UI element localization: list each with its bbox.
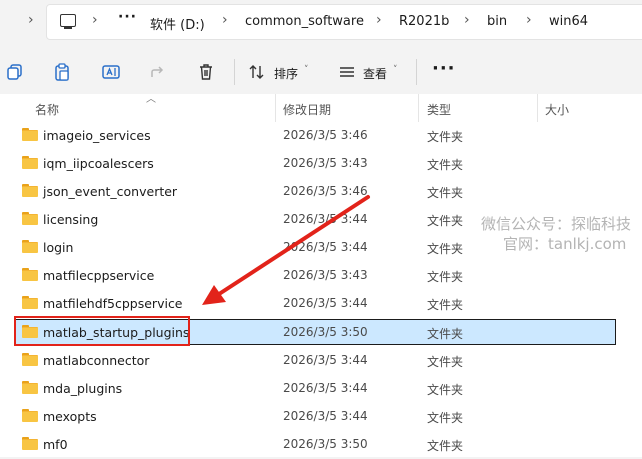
breadcrumb-chevron-icon[interactable]: › [376, 12, 382, 28]
breadcrumb-chevron-icon[interactable]: › [92, 12, 98, 28]
file-type: 文件夹 [427, 130, 464, 144]
file-name[interactable]: matfilehdf5cppservice [43, 296, 183, 311]
folder-icon [22, 268, 38, 281]
toolbar-divider [416, 59, 417, 85]
nav-forward-chevron-icon[interactable]: › [28, 12, 34, 28]
file-modified: 2026/3/5 3:44 [283, 409, 368, 423]
file-name[interactable]: mda_plugins [43, 381, 122, 396]
file-name[interactable]: iqm_iipcoalescers [43, 156, 154, 171]
table-row[interactable]: json_event_converter 2026/3/5 3:46 文件夹 [0, 178, 642, 206]
column-header-type[interactable]: 类型 [427, 101, 451, 118]
file-modified: 2026/3/5 3:44 [283, 381, 368, 395]
file-name[interactable]: matlabconnector [43, 353, 149, 368]
table-row[interactable]: matfilehdf5cppservice 2026/3/5 3:44 文件夹 [0, 290, 642, 318]
rename-icon[interactable] [101, 62, 121, 82]
file-modified: 2026/3/5 3:43 [283, 156, 368, 170]
share-icon[interactable] [148, 62, 168, 82]
toolbar-divider [234, 59, 235, 85]
file-modified: 2026/3/5 3:44 [283, 212, 368, 226]
table-row[interactable]: mexopts 2026/3/5 3:44 文件夹 [0, 403, 642, 431]
breadcrumb-chevron-icon[interactable]: › [222, 12, 228, 28]
sort-ascending-icon: ︿ [146, 94, 156, 105]
folder-icon [22, 156, 38, 169]
table-row[interactable]: iqm_iipcoalescers 2026/3/5 3:43 文件夹 [0, 150, 642, 178]
view-icon[interactable] [337, 62, 357, 82]
view-chevron-down-icon[interactable]: ˅ [393, 65, 398, 75]
column-header: ︿ 名称 修改日期 类型 大小 [0, 94, 642, 122]
this-pc-icon[interactable] [60, 14, 76, 29]
delete-icon[interactable] [196, 62, 216, 82]
file-type: 文件夹 [427, 355, 464, 369]
sort-chevron-down-icon[interactable]: ˅ [304, 65, 309, 75]
watermark-line-2: 官网：tanlkj.com [503, 235, 627, 253]
folder-icon [22, 212, 38, 225]
view-button[interactable]: 查看 [363, 65, 387, 82]
breadcrumb-chevron-icon[interactable]: › [464, 12, 470, 28]
sort-button[interactable]: 排序 [274, 65, 298, 82]
folder-icon [22, 353, 38, 366]
file-modified: 2026/3/5 3:46 [283, 184, 368, 198]
file-name[interactable]: json_event_converter [43, 184, 177, 199]
breadcrumb-item-drive[interactable]: 软件 (D:) [150, 14, 205, 33]
table-row[interactable]: matlabconnector 2026/3/5 3:44 文件夹 [0, 347, 642, 375]
breadcrumb-chevron-icon[interactable]: › [526, 12, 532, 28]
paste-icon[interactable] [52, 62, 72, 82]
file-type: 文件夹 [427, 383, 464, 397]
file-type: 文件夹 [427, 242, 464, 256]
breadcrumb-overflow-button[interactable]: ··· [118, 9, 137, 25]
breadcrumb-item-common-software[interactable]: common_software [245, 14, 364, 29]
file-type: 文件夹 [427, 158, 464, 172]
breadcrumb-item-r2021b[interactable]: R2021b [399, 14, 449, 29]
folder-icon [22, 128, 38, 141]
file-name[interactable]: mf0 [43, 437, 68, 452]
file-type: 文件夹 [427, 186, 464, 200]
file-modified: 2026/3/5 3:46 [283, 128, 368, 142]
file-name[interactable]: imageio_services [43, 128, 151, 143]
folder-icon [22, 184, 38, 197]
file-modified: 2026/3/5 3:44 [283, 353, 368, 367]
folder-icon [22, 381, 38, 394]
table-row[interactable]: matfilecppservice 2026/3/5 3:43 文件夹 [0, 262, 642, 290]
table-row[interactable]: imageio_services 2026/3/5 3:46 文件夹 [0, 122, 642, 150]
column-header-name[interactable]: 名称 [35, 101, 59, 118]
copy-icon[interactable] [5, 62, 25, 82]
file-type: 文件夹 [427, 327, 464, 341]
highlight-box [14, 316, 190, 346]
column-divider[interactable] [418, 94, 419, 122]
file-modified: 2026/3/5 3:50 [283, 325, 368, 339]
column-header-modified[interactable]: 修改日期 [283, 101, 331, 118]
file-type: 文件夹 [427, 270, 464, 284]
file-type: 文件夹 [427, 439, 464, 453]
sort-icon[interactable] [247, 62, 267, 82]
breadcrumb-item-win64[interactable]: win64 [549, 14, 588, 29]
table-row[interactable]: mf0 2026/3/5 3:50 文件夹 [0, 431, 642, 459]
folder-icon [22, 240, 38, 253]
file-type: 文件夹 [427, 411, 464, 425]
table-row[interactable]: mda_plugins 2026/3/5 3:44 文件夹 [0, 375, 642, 403]
command-bar: 排序 ˅ 查看 ˅ ··· [0, 50, 642, 94]
file-modified: 2026/3/5 3:44 [283, 296, 368, 310]
watermark-line-1: 微信公众号：探临科技 [481, 215, 632, 233]
column-header-size[interactable]: 大小 [545, 101, 569, 118]
folder-icon [22, 437, 38, 450]
file-modified: 2026/3/5 3:44 [283, 240, 368, 254]
file-name[interactable]: mexopts [43, 409, 97, 424]
file-name[interactable]: licensing [43, 212, 98, 227]
more-options-button[interactable]: ··· [432, 58, 456, 79]
column-divider[interactable] [537, 94, 538, 122]
file-type: 文件夹 [427, 214, 464, 228]
file-name[interactable]: login [43, 240, 73, 255]
file-name[interactable]: matfilecppservice [43, 268, 154, 283]
folder-icon [22, 409, 38, 422]
folder-icon [22, 296, 38, 309]
address-bar: › › ··· 软件 (D:) › common_software › R202… [0, 0, 642, 44]
file-modified: 2026/3/5 3:43 [283, 268, 368, 282]
column-divider[interactable] [275, 94, 276, 122]
file-type: 文件夹 [427, 298, 464, 312]
file-list: ︿ 名称 修改日期 类型 大小 imageio_services 2026/3/… [0, 94, 642, 457]
breadcrumb-item-bin[interactable]: bin [487, 14, 507, 29]
file-modified: 2026/3/5 3:50 [283, 437, 368, 451]
